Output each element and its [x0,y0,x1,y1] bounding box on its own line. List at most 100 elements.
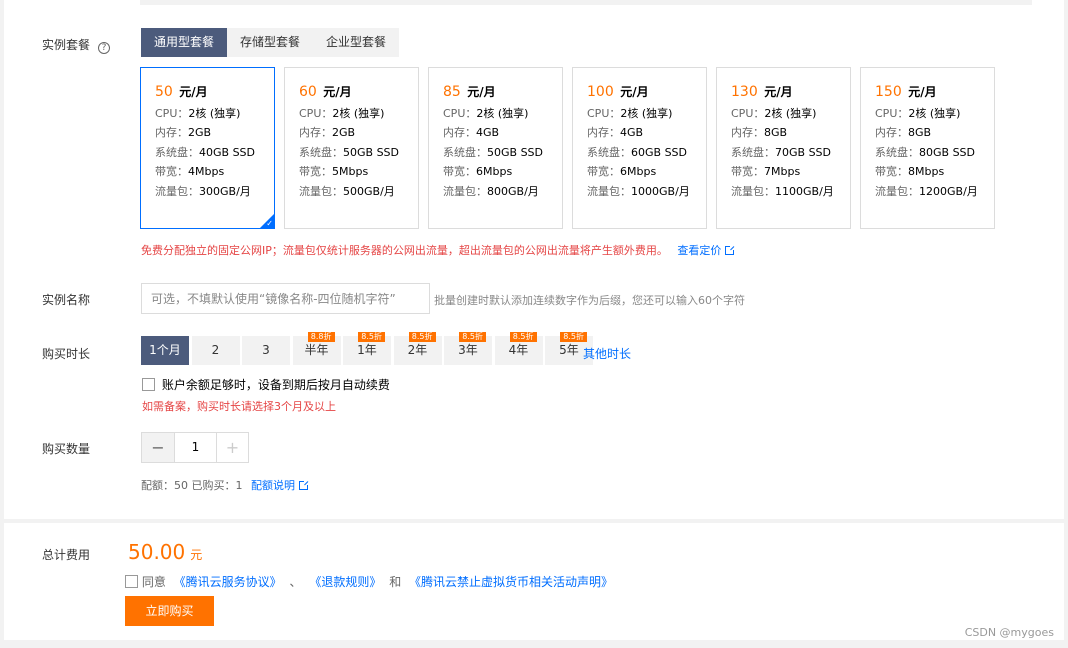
refund-rules-link[interactable]: 《退款规则》 [309,575,381,589]
plan-spec-bandwidth: 带宽：8Mbps [875,164,994,180]
spec-value: 1000GB/月 [631,184,690,198]
plan-price: 50 元/月 [155,82,274,102]
plan-card[interactable]: 50 元/月 CPU：2核 (独享) 内存：2GB 系统盘：40GB SSD 带宽：4M… [140,67,275,229]
spec-value: 300GB/月 [199,184,251,198]
plan-price-value: 50 [155,84,173,100]
external-link-icon [299,480,309,490]
auto-renew-checkbox[interactable] [142,378,155,391]
duration-option[interactable]: 2 [191,336,240,365]
instance-name-input[interactable] [141,283,430,314]
plan-spec-memory: 内存：2GB [155,125,274,141]
spec-value: 2核 (独享) [188,106,241,120]
total-panel: 总计费用 50.00 元 同意 《腾讯云服务协议》 、 《退款规则》 和 《腾讯云… [4,523,1064,640]
duration-option-label: 5年 [559,343,579,357]
decrement-button[interactable]: − [142,433,174,462]
duration-option-label: 3年 [458,343,478,357]
spec-label: CPU： [299,106,333,120]
spec-label: 内存： [731,126,764,139]
plan-spec-disk: 系统盘：40GB SSD [155,145,274,161]
plan-price: 85 元/月 [443,82,562,102]
spec-value: 50GB SSD [487,145,543,159]
help-icon[interactable]: ? [98,42,111,54]
spec-value: 50GB SSD [343,145,399,159]
spec-label: 带宽： [443,165,476,178]
plan-spec-bandwidth: 带宽：4Mbps [155,164,274,180]
spec-value: 6Mbps [620,165,657,178]
plan-spec-traffic: 流量包：300GB/月 [155,184,274,200]
tab-general[interactable]: 通用型套餐 [141,28,228,57]
plan-spec-cpu: CPU：2核 (独享) [587,106,706,122]
spec-label: 系统盘： [875,145,919,159]
plan-spec-traffic: 流量包：800GB/月 [443,184,562,200]
auto-renew-text: 账户余额足够时，设备到期后按月自动续费 [161,378,390,392]
quota-link-text: 配额说明 [251,479,295,492]
plan-spec-bandwidth: 带宽：5Mbps [299,164,418,180]
increment-button[interactable]: + [216,433,248,462]
spec-label: 流量包： [155,184,199,198]
spec-value: 4GB [476,126,500,139]
plan-spec-cpu: CPU：2核 (独享) [299,106,418,122]
tab-storage[interactable]: 存储型套餐 [227,28,314,57]
tab-enterprise[interactable]: 企业型套餐 [313,28,400,57]
discount-badge: 8.5折 [560,332,587,342]
duration-option-label: 4年 [508,343,529,357]
auto-renew-option[interactable]: 账户余额足够时，设备到期后按月自动续费 [142,376,390,393]
spec-value: 4Mbps [188,165,225,178]
pricing-link[interactable]: 查看定价 [677,244,736,257]
duration-option[interactable]: 半年 8.8折 [292,332,341,365]
plan-spec-cpu: CPU：2核 (独享) [875,106,994,122]
duration-option[interactable]: 4年 8.5折 [494,332,543,365]
plan-spec-memory: 内存：8GB [731,125,850,141]
duration-label: 购买时长 [42,347,91,361]
discount-badge: 8.5折 [509,332,537,342]
package-note: 免费分配独立的固定公网IP；流量包仅统计服务器的公网出流量，超出流量包的公网出流… [141,242,736,258]
plan-spec-disk: 系统盘：80GB SSD [875,145,994,161]
plan-price-value: 150 [875,84,902,100]
spec-value: 2GB [188,126,212,139]
quantity-stepper: − 1 + [141,432,249,463]
spec-label: 内存： [299,126,332,139]
plan-price-value: 60 [299,84,317,100]
spec-label: 流量包： [443,184,487,198]
duration-option[interactable]: 1个月 [141,336,189,365]
plan-spec-cpu: CPU：2核 (独享) [443,106,562,122]
spec-value: 4GB [620,126,644,139]
plan-price: 60 元/月 [299,82,418,102]
spec-value: 6Mbps [476,165,513,178]
spec-value: 70GB SSD [775,145,831,159]
quota-link[interactable]: 配额说明 [251,479,309,492]
plan-card[interactable]: 60 元/月 CPU：2核 (独享) 内存：2GB 系统盘：50GB SSD 带宽：5M… [284,67,419,229]
duration-option[interactable]: 2年 8.5折 [393,332,442,365]
quantity-value[interactable]: 1 [174,433,216,462]
plan-card[interactable]: 150 元/月 CPU：2核 (独享) 内存：8GB 系统盘：80GB SSD 带宽：8… [860,67,995,229]
discount-badge: 8.8折 [307,332,335,342]
plan-spec-traffic: 流量包：500GB/月 [299,184,418,200]
duration-option[interactable]: 3 [242,336,290,365]
plan-card[interactable]: 130 元/月 CPU：2核 (独享) 内存：8GB 系统盘：70GB SSD 带宽：7… [716,67,851,229]
spec-value: 40GB SSD [199,145,255,159]
plan-spec-bandwidth: 带宽：7Mbps [731,164,850,180]
watermark: CSDN @mygoes [964,626,1054,639]
spec-label: 流量包： [875,184,919,198]
plan-spec-disk: 系统盘：50GB SSD [443,145,562,161]
duration-option[interactable]: 1年 8.5折 [343,332,391,365]
agree-separator: 、 [289,575,302,589]
plan-price-value: 85 [443,84,461,100]
service-agreement-link[interactable]: 《腾讯云服务协议》 [174,575,282,589]
crypto-statement-link[interactable]: 《腾讯云禁止虚拟货币相关活动声明》 [409,575,613,589]
agreement-checkbox[interactable] [125,575,138,588]
buy-now-button[interactable]: 立即购买 [125,596,214,626]
spec-label: CPU： [731,106,765,120]
duration-option[interactable]: 3年 8.5折 [444,332,492,365]
package-note-text: 免费分配独立的固定公网IP；流量包仅统计服务器的公网出流量，超出流量包的公网出流… [141,244,668,257]
quota-text: 配额：50 已购买：1 [141,479,243,492]
filing-note: 如需备案，购买时长请选择3个月及以上 [142,400,336,413]
duration-options: 1个月 2 3 半年 8.8折 1年 8.5折 2年 8.5折 3年 8.5折 4年 8.5折 5年 8.5… [141,332,596,365]
plan-card[interactable]: 100 元/月 CPU：2核 (独享) 内存：4GB 系统盘：60GB SSD 带宽：6… [572,67,707,229]
total-currency: 元 [190,548,203,562]
spec-value: 2核 (独享) [620,106,673,120]
plan-card[interactable]: 85 元/月 CPU：2核 (独享) 内存：4GB 系统盘：50GB SSD 带宽：6M… [428,67,563,229]
other-duration-link[interactable]: 其他时长 [583,345,631,362]
plan-price: 100 元/月 [587,82,706,102]
quota-info: 配额：50 已购买：1 配额说明 [141,477,309,493]
